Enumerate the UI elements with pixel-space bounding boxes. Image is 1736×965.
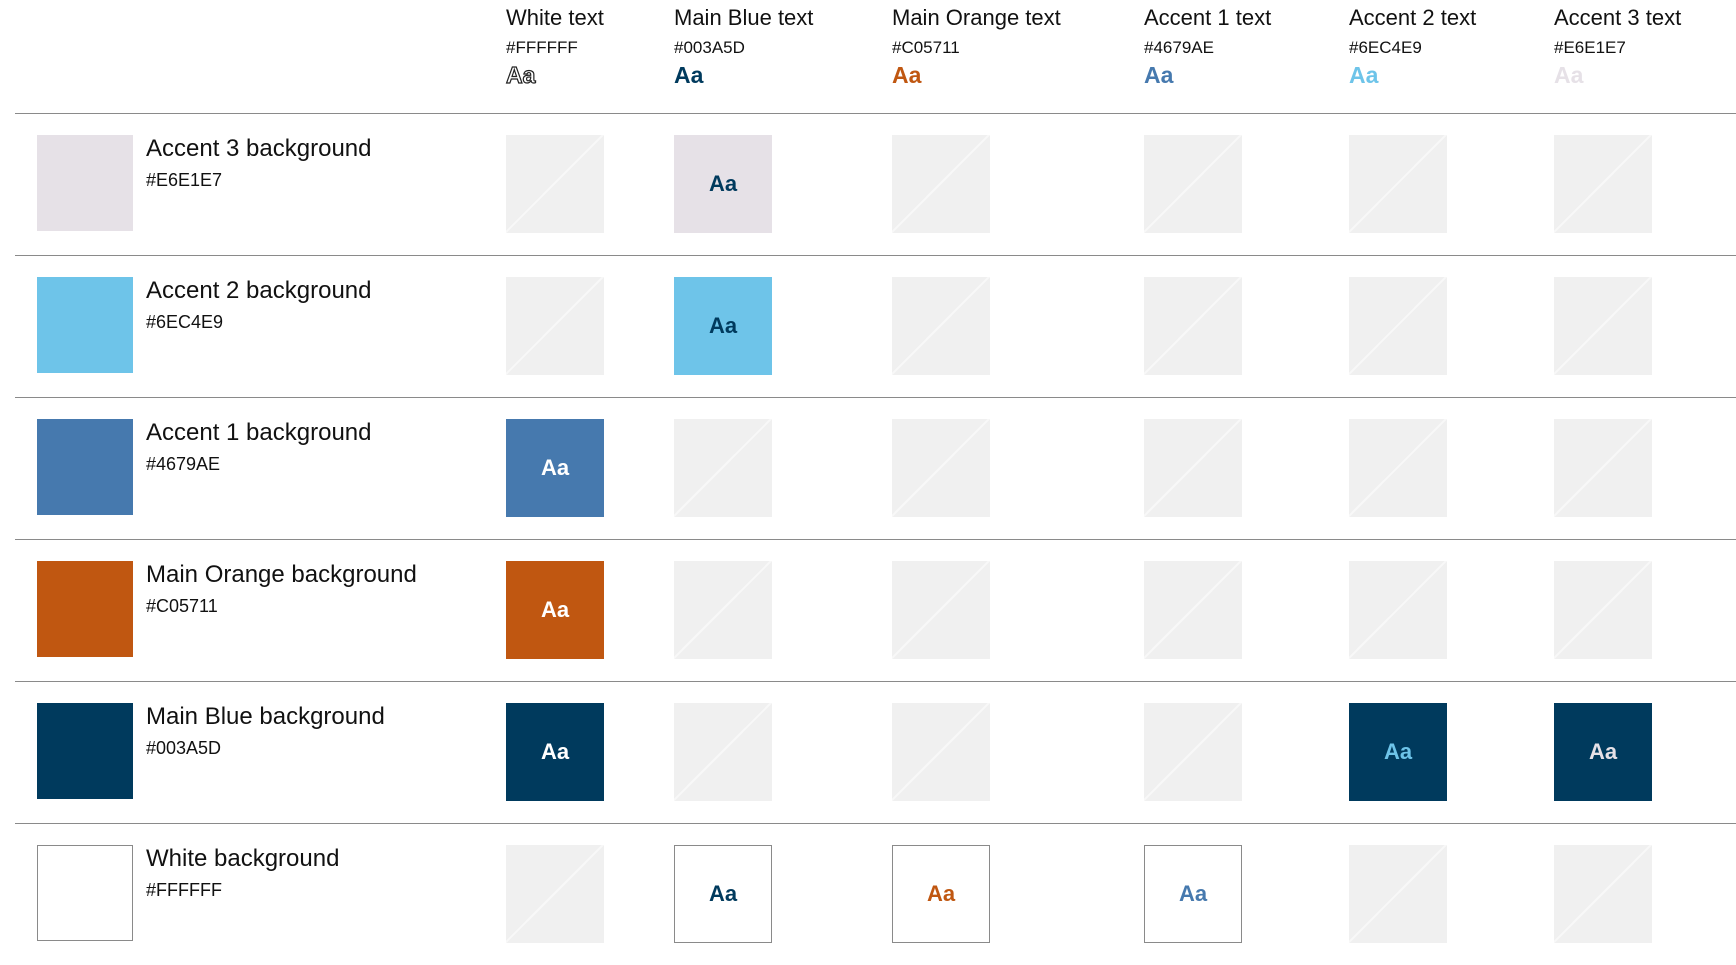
not-recommended-cell (506, 845, 604, 943)
column-hex-code: #FFFFFF (506, 38, 578, 57)
not-recommended-cell (892, 703, 990, 801)
contrast-sample-cell: Aa (674, 135, 772, 233)
row-main-orange-background: Main Orange background #C05711 Aa (0, 539, 1736, 681)
column-text-sample: Aa (674, 62, 704, 88)
not-recommended-cell (1349, 135, 1447, 233)
column-title: Main Orange text (892, 5, 1061, 30)
row-title: Main Blue background (146, 703, 385, 730)
column-hex-code: #E6E1E7 (1554, 38, 1626, 57)
not-recommended-cell (1554, 561, 1652, 659)
not-recommended-cell (892, 419, 990, 517)
color-contrast-matrix: White text #FFFFFF Aa Main Blue text #003A5D… (0, 0, 1736, 960)
not-recommended-cell (892, 135, 990, 233)
background-swatch (37, 845, 133, 941)
background-swatch (37, 419, 133, 515)
row-hex-code: #6EC4E9 (146, 312, 224, 332)
column-text-sample: Aa (1144, 62, 1174, 88)
background-swatch (37, 277, 133, 373)
contrast-sample-cell: Aa (674, 845, 772, 943)
row-hex-code: #003A5D (146, 738, 222, 758)
contrast-sample-cell: Aa (1144, 845, 1242, 943)
contrast-sample-cell: Aa (674, 277, 772, 375)
row-accent-3-background: Accent 3 background #E6E1E7 Aa (0, 113, 1736, 255)
not-recommended-cell (506, 135, 604, 233)
row-white-background: White background #FFFFFF Aa Aa Aa (0, 823, 1736, 965)
contrast-sample-cell: Aa (1349, 703, 1447, 801)
background-swatch (37, 561, 133, 657)
column-title: White text (506, 5, 604, 30)
contrast-sample-cell: Aa (506, 419, 604, 517)
not-recommended-cell (1144, 703, 1242, 801)
row-hex-code: #E6E1E7 (146, 170, 223, 190)
not-recommended-cell (674, 419, 772, 517)
not-recommended-cell (1349, 561, 1447, 659)
column-title: Main Blue text (674, 5, 814, 30)
row-title: Accent 3 background (146, 135, 372, 162)
column-hex-code: #6EC4E9 (1349, 38, 1422, 57)
row-hex-code: #C05711 (146, 596, 218, 616)
column-title: Accent 3 text (1554, 5, 1682, 30)
contrast-sample-cell: Aa (1554, 703, 1652, 801)
row-hex-code: #4679AE (146, 454, 221, 474)
background-swatch (37, 135, 133, 231)
row-title: Accent 2 background (146, 277, 372, 304)
background-swatch (37, 703, 133, 799)
not-recommended-cell (674, 703, 772, 801)
row-accent-2-background: Accent 2 background #6EC4E9 Aa (0, 255, 1736, 397)
not-recommended-cell (892, 277, 990, 375)
column-text-sample: Aa (505, 61, 536, 88)
contrast-sample-cell: Aa (506, 703, 604, 801)
row-title: Accent 1 background (146, 419, 372, 446)
contrast-sample-cell: Aa (506, 561, 604, 659)
not-recommended-cell (1554, 135, 1652, 233)
not-recommended-cell (1349, 845, 1447, 943)
not-recommended-cell (1554, 845, 1652, 943)
not-recommended-cell (1144, 135, 1242, 233)
not-recommended-cell (1554, 419, 1652, 517)
column-text-sample: Aa (1554, 62, 1584, 88)
column-hex-code: #C05711 (892, 38, 960, 57)
not-recommended-cell (1554, 277, 1652, 375)
column-hex-code: #003A5D (674, 38, 745, 57)
row-hex-code: #FFFFFF (146, 880, 222, 900)
contrast-sample-cell: Aa (892, 845, 990, 943)
column-hex-code: #4679AE (1144, 38, 1214, 57)
column-text-sample: Aa (1349, 62, 1379, 88)
row-title: White background (146, 845, 340, 872)
not-recommended-cell (1144, 277, 1242, 375)
not-recommended-cell (892, 561, 990, 659)
row-main-blue-background: Main Blue background #003A5D Aa Aa Aa (0, 681, 1736, 823)
not-recommended-cell (1144, 419, 1242, 517)
column-title: Accent 2 text (1349, 5, 1477, 30)
not-recommended-cell (1349, 419, 1447, 517)
row-title: Main Orange background (146, 561, 417, 588)
column-text-sample: Aa (892, 62, 922, 88)
column-title: Accent 1 text (1144, 5, 1272, 30)
row-accent-1-background: Accent 1 background #4679AE Aa (0, 397, 1736, 539)
not-recommended-cell (506, 277, 604, 375)
not-recommended-cell (674, 561, 772, 659)
not-recommended-cell (1144, 561, 1242, 659)
not-recommended-cell (1349, 277, 1447, 375)
